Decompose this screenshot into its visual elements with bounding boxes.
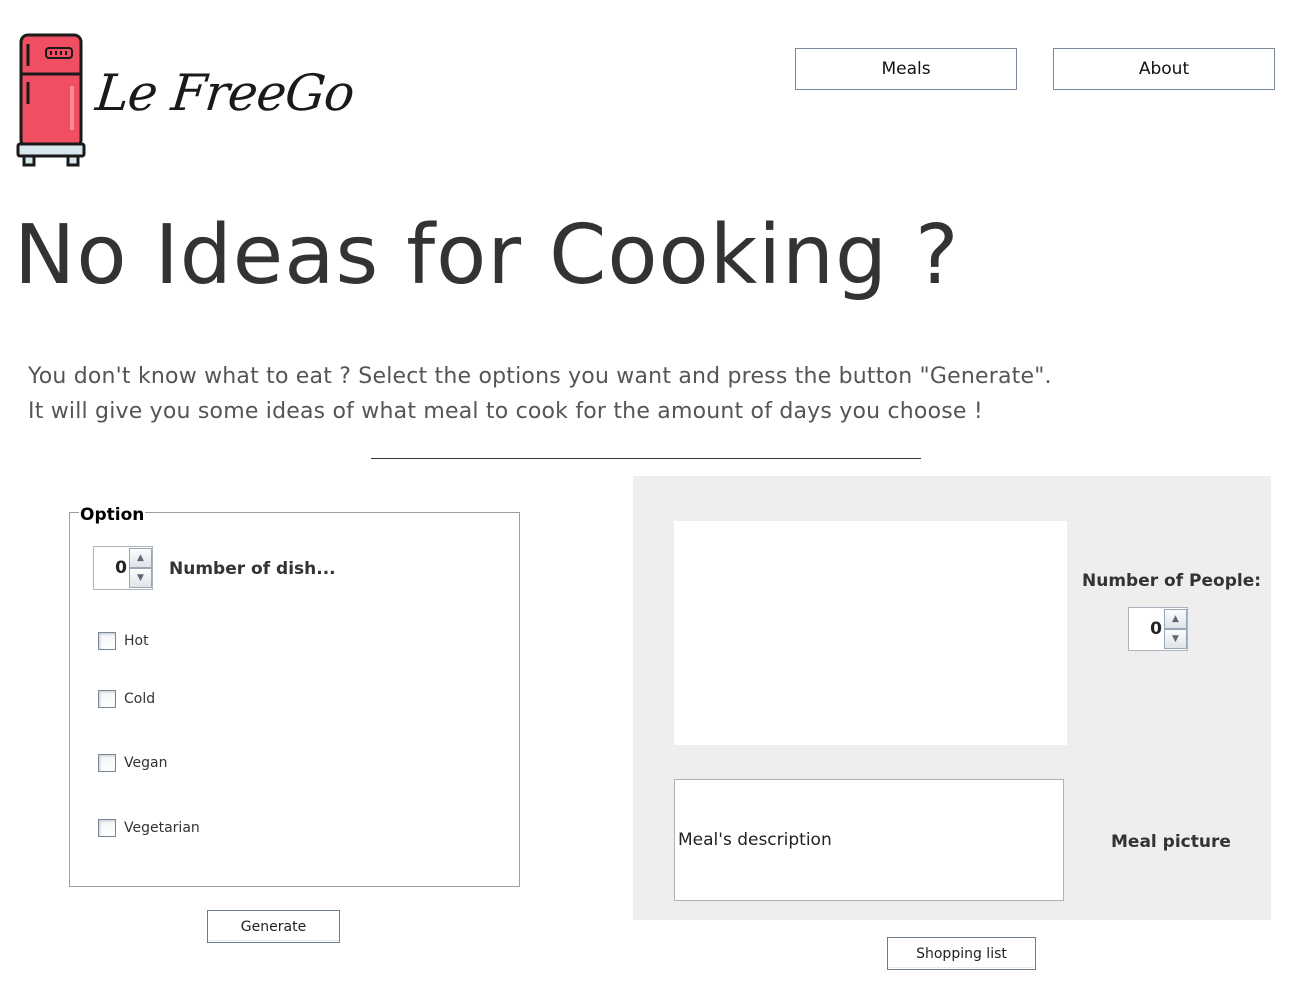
option-group-title: Option (79, 505, 146, 525)
checkbox-label: Hot (124, 633, 149, 649)
intro-text-line-2: It will give you some ideas of what meal… (28, 399, 983, 424)
checkbox-box[interactable] (98, 632, 116, 650)
people-count-spinner[interactable]: 0 ▲ ▼ (1128, 607, 1188, 651)
hot-checkbox[interactable]: Hot (98, 630, 149, 652)
brand-name: Le FreeGo (92, 64, 357, 122)
meals-nav-button[interactable]: Meals (795, 48, 1017, 90)
shopping-list-button[interactable]: Shopping list (887, 937, 1036, 970)
page: Le FreeGo Meals About No Ideas for Cooki… (0, 0, 1297, 982)
arrow-down-icon: ▼ (1172, 634, 1179, 644)
dish-count-label: Number of dish... (169, 559, 336, 579)
checkbox-box[interactable] (98, 754, 116, 772)
checkbox-label: Cold (124, 691, 156, 707)
page-title: No Ideas for Cooking ? (14, 208, 960, 303)
divider (371, 458, 921, 459)
checkbox-label: Vegetarian (124, 820, 200, 836)
intro-text-line-1: You don't know what to eat ? Select the … (28, 364, 1052, 389)
meal-description-text: Meal's description (678, 830, 832, 850)
dish-count-value[interactable]: 0 (94, 547, 127, 589)
meal-description-area[interactable]: Meal's description (674, 779, 1064, 901)
about-nav-button[interactable]: About (1053, 48, 1275, 90)
cold-checkbox[interactable]: Cold (98, 688, 155, 710)
vegan-checkbox[interactable]: Vegan (98, 752, 167, 774)
dish-count-increment-button[interactable]: ▲ (129, 548, 152, 568)
dish-count-spinner[interactable]: 0 ▲ ▼ (93, 546, 153, 590)
checkbox-box[interactable] (98, 819, 116, 837)
checkbox-label: Vegan (124, 755, 168, 771)
checkbox-box[interactable] (98, 690, 116, 708)
people-count-decrement-button[interactable]: ▼ (1164, 629, 1187, 649)
generate-button[interactable]: Generate (207, 910, 340, 943)
vegetarian-checkbox[interactable]: Vegetarian (98, 817, 200, 839)
arrow-up-icon: ▲ (1172, 614, 1179, 624)
arrow-down-icon: ▼ (137, 573, 144, 583)
people-count-label: Number of People: (1082, 571, 1262, 591)
people-count-increment-button[interactable]: ▲ (1164, 609, 1187, 629)
arrow-up-icon: ▲ (137, 553, 144, 563)
dish-count-decrement-button[interactable]: ▼ (129, 568, 152, 588)
meal-picture-label: Meal picture (1111, 832, 1231, 852)
people-count-value[interactable]: 0 (1129, 608, 1162, 650)
fridge-icon (16, 30, 86, 168)
meal-list-area[interactable] (674, 521, 1067, 745)
